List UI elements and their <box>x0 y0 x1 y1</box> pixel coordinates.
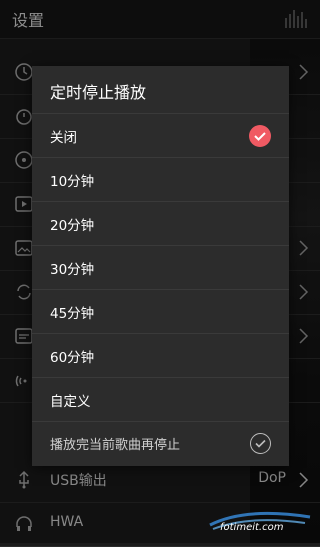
option-60min[interactable]: 60分钟 <box>32 333 289 378</box>
option-label: 10分钟 <box>50 174 95 190</box>
watermark-text: fotimeit.com <box>220 522 284 533</box>
sleep-timer-dialog: 定时停止播放 关闭 10分钟 20分钟 30分钟 45分钟 60分钟 自定义 播… <box>32 66 289 466</box>
option-label: 45分钟 <box>50 306 95 322</box>
option-off[interactable]: 关闭 <box>32 113 289 158</box>
option-label: 自定义 <box>50 394 91 410</box>
option-custom[interactable]: 自定义 <box>32 377 289 422</box>
dialog-title: 定时停止播放 <box>50 83 147 102</box>
option-label: 60分钟 <box>50 350 95 366</box>
option-label: 30分钟 <box>50 262 95 278</box>
option-30min[interactable]: 30分钟 <box>32 245 289 290</box>
finish-song-label: 播放完当前歌曲再停止 <box>50 438 181 453</box>
check-unselected-icon[interactable] <box>250 433 271 454</box>
option-20min[interactable]: 20分钟 <box>32 201 289 246</box>
option-45min[interactable]: 45分钟 <box>32 289 289 334</box>
option-label: 20分钟 <box>50 218 95 234</box>
finish-song-toggle[interactable]: 播放完当前歌曲再停止 <box>32 421 289 466</box>
option-label: 关闭 <box>50 130 77 146</box>
option-10min[interactable]: 10分钟 <box>32 157 289 202</box>
check-selected-icon <box>249 125 271 147</box>
